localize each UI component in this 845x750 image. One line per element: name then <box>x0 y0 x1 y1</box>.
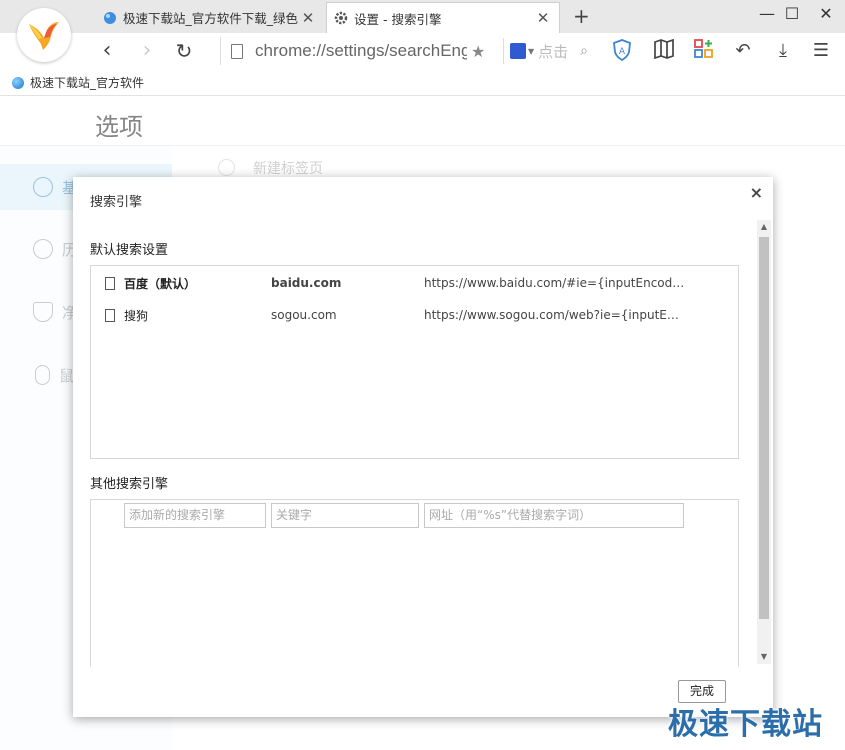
bookmark-item[interactable]: 极速下载站_官方软件 <box>30 74 144 91</box>
default-engine-list: 百度（默认） baidu.com https://www.baidu.com/#… <box>90 265 739 459</box>
engine-keyword: sogou.com <box>271 308 337 322</box>
tab-jisu-download[interactable]: 极速下载站_官方软件下载_绿色软件 ✕ <box>96 2 324 33</box>
hummingbird-icon <box>29 22 59 50</box>
new-engine-url-input[interactable]: 网址（用“%s”代替搜索字词） <box>424 503 684 528</box>
tab-close-icon[interactable]: ✕ <box>533 9 553 27</box>
address-input[interactable]: chrome://settings/searchEngines <box>255 41 467 61</box>
reload-button[interactable]: ↻ <box>171 37 197 65</box>
globe-icon <box>104 11 116 24</box>
address-bar[interactable]: chrome://settings/searchEngines ★ <box>220 37 494 65</box>
engine-url: https://www.sogou.com/web?ie={inputEncod… <box>424 308 686 322</box>
close-icon[interactable]: × <box>750 183 763 202</box>
scrollbar[interactable]: ▲ ▼ <box>757 220 771 664</box>
engine-name: 百度（默认） <box>124 276 197 291</box>
svg-text:A: A <box>619 47 626 57</box>
dialog-body: 默认搜索设置 百度（默认） baidu.com https://www.baid… <box>73 221 773 667</box>
search-engines-dialog: 搜索引擎 × 默认搜索设置 百度（默认） baidu.com https://w… <box>73 177 773 717</box>
new-tab-button[interactable]: + <box>573 4 590 28</box>
gear-icon <box>334 11 348 25</box>
list-item[interactable]: 搜狗 sogou.com https://www.sogou.com/web?i… <box>91 300 738 330</box>
title-bar: 极速下载站_官方软件下载_绿色软件 ✕ 设置 - 搜索引擎 ✕ + — ☐ ✕ <box>0 0 845 33</box>
adblock-shield-icon[interactable]: A <box>610 39 634 63</box>
globe-icon <box>12 76 24 89</box>
dialog-title: 搜索引擎 <box>90 195 143 210</box>
other-engine-list: 添加新的搜索引擎 关键字 网址（用“%s”代替搜索字词） <box>90 499 739 667</box>
tab-settings-search-engines[interactable]: 设置 - 搜索引擎 ✕ <box>326 2 560 33</box>
default-section-heading: 默认搜索设置 <box>90 243 169 258</box>
toolbar: ‹ › ↻ chrome://settings/searchEngines ★ … <box>0 33 845 70</box>
reading-mode-icon[interactable] <box>652 38 676 63</box>
menu-icon[interactable]: ☰ <box>809 39 833 63</box>
search-input[interactable]: 点击 <box>538 41 580 62</box>
tab-close-icon[interactable]: ✕ <box>298 9 318 27</box>
download-icon[interactable]: ⤓ <box>771 39 795 63</box>
page-icon <box>231 43 243 59</box>
tab-title: 极速下载站_官方软件下载_绿色软件 <box>123 11 298 26</box>
baidu-engine-icon[interactable] <box>510 43 526 59</box>
browser-logo[interactable] <box>17 8 71 62</box>
apps-grid-icon[interactable] <box>692 39 716 63</box>
scrollbar-thumb[interactable] <box>759 237 769 619</box>
watermark-logo: 极速下载站 <box>668 707 823 742</box>
engine-name: 搜狗 <box>124 308 149 323</box>
chevron-down-icon[interactable]: ▼ <box>528 47 534 56</box>
tab-title: 设置 - 搜索引擎 <box>354 11 442 27</box>
new-engine-keyword-input[interactable]: 关键字 <box>271 503 419 528</box>
document-icon <box>105 308 115 322</box>
maximize-button[interactable]: ☐ <box>782 4 802 23</box>
scroll-up-icon[interactable]: ▲ <box>757 220 771 234</box>
forward-button[interactable]: › <box>134 37 160 65</box>
new-engine-name-input[interactable]: 添加新的搜索引擎 <box>124 503 266 528</box>
other-section-heading: 其他搜索引擎 <box>90 477 169 492</box>
minimize-button[interactable]: — <box>757 4 777 23</box>
back-button[interactable]: ‹ <box>94 37 120 65</box>
document-icon <box>105 276 115 290</box>
search-icon[interactable]: ⌕ <box>580 43 588 59</box>
undo-icon[interactable]: ↶ <box>731 39 755 63</box>
list-item[interactable]: 百度（默认） baidu.com https://www.baidu.com/#… <box>91 268 738 298</box>
close-window-button[interactable]: ✕ <box>816 4 836 23</box>
bookmarks-bar: 极速下载站_官方软件 <box>0 70 845 96</box>
engine-url: https://www.baidu.com/#ie={inputEncoding… <box>424 276 686 290</box>
star-icon[interactable]: ★ <box>471 42 485 61</box>
search-box[interactable]: ▼ 点击 ⌕ <box>503 38 599 64</box>
scroll-down-icon[interactable]: ▼ <box>757 650 771 664</box>
engine-keyword: baidu.com <box>271 276 342 290</box>
